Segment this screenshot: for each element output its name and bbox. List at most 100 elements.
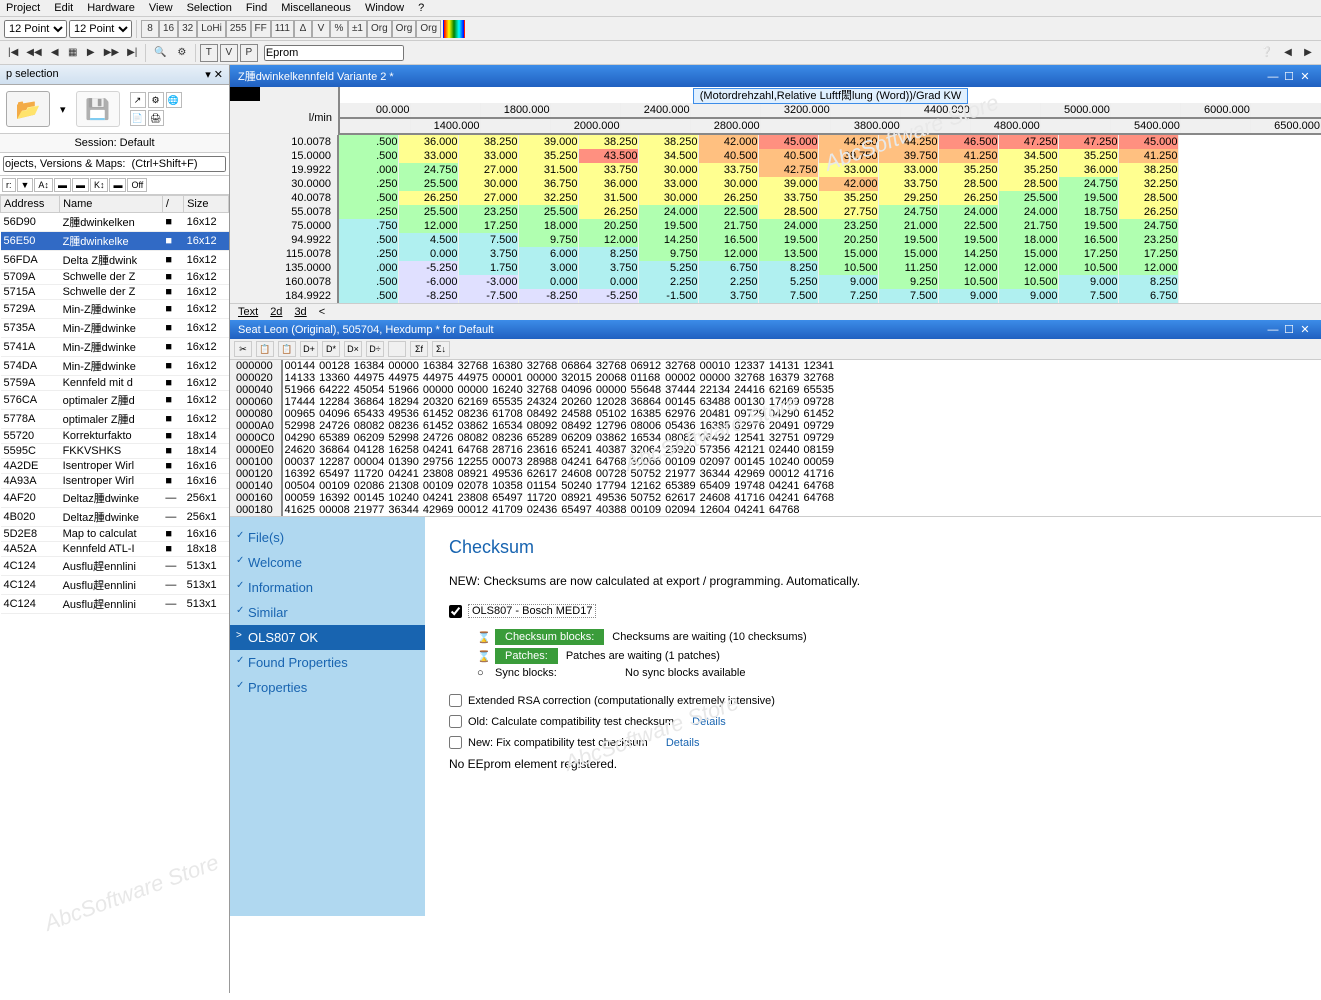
menu-view[interactable]: View [149, 2, 173, 14]
filter-btn[interactable]: r: [2, 178, 16, 192]
map-row[interactable]: 574DAMin-Z腫dwinke■16x12 [1, 357, 229, 376]
filter-btn[interactable]: ▬ [109, 178, 126, 192]
hex-tool[interactable]: Σf [410, 341, 428, 357]
nav-btn[interactable]: ▶| [123, 44, 141, 62]
map-row[interactable]: 56D90Z腫dwinkelken■16x12 [1, 213, 229, 232]
minimize-icon[interactable]: — [1265, 324, 1281, 336]
tab-Text[interactable]: Text [238, 306, 258, 318]
map-row[interactable]: 55720Korrekturfakto■18x14 [1, 429, 229, 444]
col-/[interactable]: / [162, 196, 183, 213]
eprom-field[interactable] [264, 45, 404, 61]
close-icon[interactable]: ✕ [214, 69, 223, 81]
details-link[interactable]: Details [666, 737, 700, 749]
arrow-icon[interactable]: ↗ [130, 92, 146, 108]
hex-tool[interactable] [388, 341, 406, 357]
p-icon[interactable]: P [240, 44, 258, 62]
nav-properties[interactable]: Properties [230, 675, 425, 700]
patches-button[interactable]: Patches: [495, 648, 558, 664]
nav-similar[interactable]: Similar [230, 600, 425, 625]
globe-icon[interactable]: 🌐 [166, 92, 182, 108]
nav-information[interactable]: Information [230, 575, 425, 600]
search-icon[interactable]: 🔍 [150, 44, 170, 62]
rsa-checkbox[interactable] [449, 694, 462, 707]
tb-V[interactable]: V [312, 20, 330, 38]
tb-Org[interactable]: Org [392, 20, 417, 38]
print-icon[interactable]: 🖨 [148, 110, 164, 126]
close-icon[interactable]: ✕ [1297, 323, 1313, 336]
menu-?[interactable]: ? [418, 2, 424, 14]
map-row[interactable]: 4C124Ausflu趕ennlini—513x1 [1, 595, 229, 614]
gear-icon[interactable]: ⚙ [148, 92, 164, 108]
nav-btn[interactable]: ▦ [64, 44, 82, 62]
map-row[interactable]: 5595CFKKVSHKS■18x14 [1, 444, 229, 459]
maximize-icon[interactable]: ☐ [1281, 323, 1297, 336]
filter-input[interactable] [3, 156, 226, 172]
map-row[interactable]: 56E50Z腫dwinkelke■16x12 [1, 232, 229, 251]
map-row[interactable]: 4AF20Deltaz腫dwinke—256x1 [1, 489, 229, 508]
filter-btn[interactable]: Off [127, 178, 147, 192]
nav-olsok[interactable]: OLS807 OK [230, 625, 425, 650]
prev-icon[interactable]: ◀ [1279, 44, 1297, 62]
map-row[interactable]: 5741AMin-Z腫dwinke■16x12 [1, 338, 229, 357]
col-name[interactable]: Name [60, 196, 163, 213]
hexdump[interactable]: 0000000014400128163840000016384327681638… [230, 360, 1321, 516]
tb-LoHi[interactable]: LoHi [197, 20, 226, 38]
hex-tool[interactable]: 📋 [256, 341, 274, 357]
menu-window[interactable]: Window [365, 2, 404, 14]
nav-files[interactable]: File(s) [230, 525, 425, 550]
tool-icon[interactable]: ⚙ [173, 44, 191, 62]
tb-111[interactable]: 111 [271, 20, 294, 38]
map-row[interactable]: 56FDADelta Z腫dwink■16x12 [1, 251, 229, 270]
map-row[interactable]: 4B020Deltaz腫dwinke—256x1 [1, 508, 229, 527]
hex-tool[interactable]: ✂ [234, 341, 252, 357]
map-row[interactable]: 5709ASchwelle der Z■16x12 [1, 270, 229, 285]
hex-tool[interactable]: D÷ [366, 341, 384, 357]
point-select-2[interactable]: 12 Point [69, 20, 132, 38]
hex-tool[interactable]: D+ [300, 341, 318, 357]
tab-2d[interactable]: 2d [270, 306, 282, 318]
map-row[interactable]: 4A2DEIsentroper Wirl■16x16 [1, 459, 229, 474]
tb-±1[interactable]: ±1 [348, 20, 367, 38]
map-row[interactable]: 4A52AKennfeld ATL-I■18x18 [1, 542, 229, 557]
menu-selection[interactable]: Selection [187, 2, 232, 14]
v-icon[interactable]: V [220, 44, 238, 62]
tab-3d[interactable]: 3d [294, 306, 306, 318]
tb-16[interactable]: 16 [159, 20, 178, 38]
minimize-icon[interactable]: — [1265, 71, 1281, 83]
new-checkbox[interactable] [449, 736, 462, 749]
map-row[interactable]: 4A93AIsentroper Wirl■16x16 [1, 474, 229, 489]
map-row[interactable]: 5729AMin-Z腫dwinke■16x12 [1, 300, 229, 319]
menu-edit[interactable]: Edit [54, 2, 73, 14]
tb-FF[interactable]: FF [251, 20, 271, 38]
help-icon[interactable]: ❔ [1257, 44, 1277, 62]
map-table[interactable]: AddressName/Size56D90Z腫dwinkelken■16x125… [0, 195, 229, 993]
maximize-icon[interactable]: ☐ [1281, 70, 1297, 83]
filter-btn[interactable]: ▼ [17, 178, 34, 192]
map-row[interactable]: 5759AKennfeld mit d■16x12 [1, 376, 229, 391]
next-icon[interactable]: ▶ [1299, 44, 1317, 62]
map-row[interactable]: 5778Aoptimaler Z腫d■16x12 [1, 410, 229, 429]
hex-tool[interactable]: D* [322, 341, 340, 357]
tb-Org[interactable]: Org [416, 20, 441, 38]
menu-find[interactable]: Find [246, 2, 267, 14]
tb-255[interactable]: 255 [226, 20, 251, 38]
nav-foundproperties[interactable]: Found Properties [230, 650, 425, 675]
hex-tool[interactable]: Σ↓ [432, 341, 450, 357]
map-row[interactable]: 576CAoptimaler Z腫d■16x12 [1, 391, 229, 410]
nav-btn[interactable]: |◀ [4, 44, 22, 62]
filter-btn[interactable]: ▬ [54, 178, 71, 192]
hex-tool[interactable]: D× [344, 341, 362, 357]
menu-miscellaneous[interactable]: Miscellaneous [281, 2, 351, 14]
col-address[interactable]: Address [1, 196, 60, 213]
filter-btn[interactable]: ▬ [72, 178, 89, 192]
doc-icon[interactable]: 📄 [130, 110, 146, 126]
tb-8[interactable]: 8 [141, 20, 159, 38]
ols-checkbox[interactable] [449, 605, 462, 618]
map-row[interactable]: 5735AMin-Z腫dwinke■16x12 [1, 319, 229, 338]
nav-btn[interactable]: ◀ [46, 44, 64, 62]
map-row[interactable]: 4C124Ausflu趕ennlini—513x1 [1, 576, 229, 595]
nav-btn[interactable]: ◀◀ [22, 44, 45, 62]
tb-32[interactable]: 32 [178, 20, 197, 38]
hex-tool[interactable]: 📋 [278, 341, 296, 357]
nav-welcome[interactable]: Welcome [230, 550, 425, 575]
